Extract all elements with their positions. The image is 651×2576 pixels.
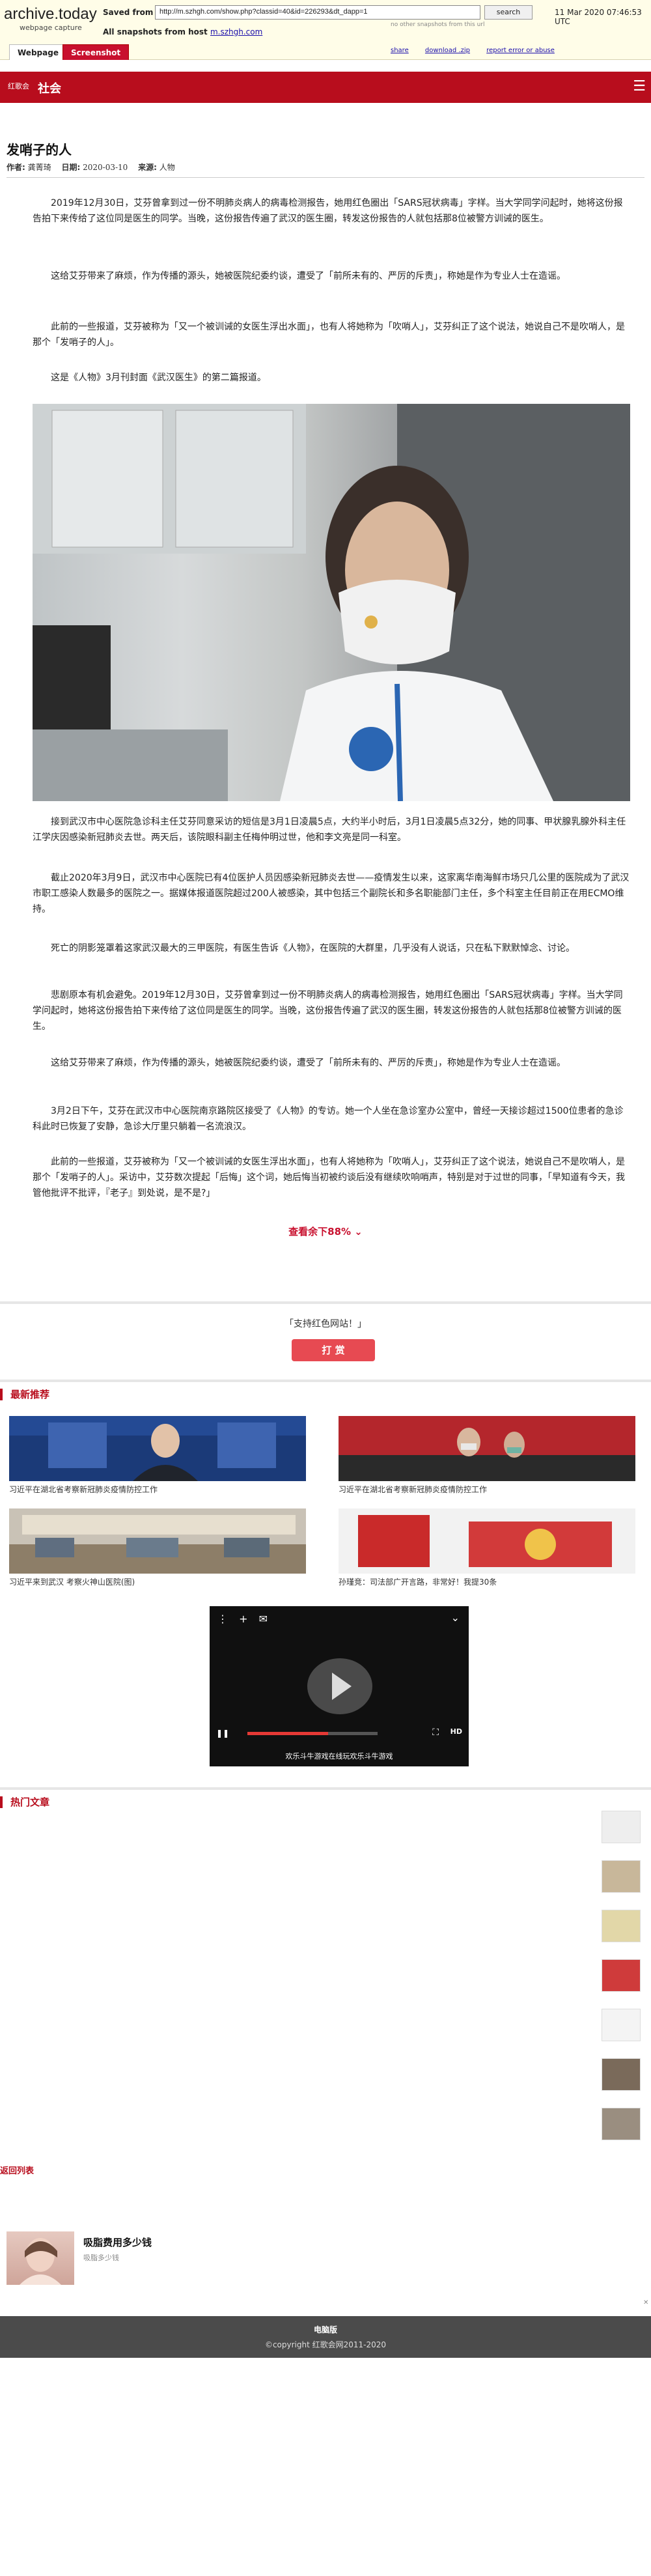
site-footer: 电脑版 ©copyright 红歌会网2011-2020 (0, 2316, 651, 2358)
play-button[interactable] (307, 1658, 372, 1714)
archive-logo-subtitle: webpage capture (20, 23, 82, 32)
article-paragraph: 这给艾芬带来了麻烦，作为传播的源头，她被医院纪委约谈，遭受了「前所未有的、严厉的… (51, 271, 566, 281)
article-paragraph: 这给艾芬带来了麻烦，作为传播的源头，她被医院纪委约谈，遭受了「前所未有的、严厉的… (51, 1058, 566, 1068)
recommend-thumb-3[interactable] (9, 1508, 306, 1574)
news-photo (9, 1416, 306, 1481)
all-snapshots-label[interactable]: All snapshots (103, 27, 162, 36)
video-toolbar-icons[interactable]: ⋮ + ✉ (217, 1613, 271, 1625)
hot-article-thumb[interactable] (602, 2108, 641, 2140)
close-icon[interactable]: ✕ (643, 2299, 648, 2306)
hamburger-icon[interactable]: ☰ (633, 78, 646, 94)
copyright-text: ©copyright 红歌会网2011-2020 (264, 2340, 387, 2349)
archive-actions: share download .zip report error or abus… (391, 47, 569, 54)
source-label: 来源: (138, 163, 157, 172)
article-paragraph: 接到武汉市中心医院急诊科主任艾芬同意采访的短信是3月1日凌晨5点，大约半小时后，… (33, 817, 626, 843)
news-photo (9, 1508, 306, 1574)
video-player[interactable]: ⋮ + ✉ ⌄ ❚❚ ⛶ HD 欢乐斗牛游戏在线玩欢乐斗牛游戏 (210, 1606, 469, 1766)
article-paragraph: 3月2日下午，艾芬在武汉市中心医院南京路院区接受了《人物》的专访。她一个人坐在急… (33, 1106, 624, 1132)
recommend-caption-3[interactable]: 习近平来到武汉 考察火神山医院(图) (9, 1576, 135, 1587)
ad-title[interactable]: 吸脂费用多少钱 (83, 2235, 152, 2249)
author-label: 作者: (7, 163, 25, 172)
read-more-button[interactable]: 查看余下88% ⌄ (0, 1224, 651, 1238)
hot-article-thumb[interactable] (602, 2058, 641, 2091)
section-title: 社会 (38, 82, 61, 96)
article-paragraph: 截止2020年3月9日，武汉市中心医院已有4位医护人员因感染新冠肺炎去世——疫情… (33, 873, 630, 914)
source-value: 人物 (159, 163, 175, 172)
site-header: 红歌会 社会 ☰ (0, 72, 651, 103)
ad-subtitle: 吸脂多少钱 (83, 2254, 119, 2262)
doctor-photo-illustration (33, 404, 630, 801)
host-link[interactable]: m.szhgh.com (210, 27, 262, 36)
download-zip-link[interactable]: download .zip (425, 47, 470, 54)
fullscreen-icon[interactable]: ⛶ (432, 1727, 439, 1738)
hot-article-thumb[interactable] (602, 1811, 641, 1843)
hd-badge[interactable]: HD (450, 1727, 462, 1736)
video-controls: ❚❚ ⛶ HD (216, 1726, 462, 1740)
section-divider (0, 1787, 651, 1790)
article-photo (33, 404, 630, 801)
saved-from-label: Saved from (103, 8, 154, 17)
archived-url-input[interactable]: http://m.szhgh.com/show.php?classid=40&i… (155, 5, 480, 20)
date-value: 2020-03-10 (83, 163, 128, 172)
article-title: 发哨子的人 (7, 142, 72, 158)
read-more-label: 查看余下88% (288, 1226, 352, 1238)
reward-button[interactable]: 打 赏 (292, 1339, 375, 1361)
hot-article-thumb[interactable] (602, 1860, 641, 1893)
recommend-caption-1[interactable]: 习近平在湖北省考察新冠肺炎疫情防控工作 (9, 1484, 158, 1495)
tab-screenshot[interactable]: Screenshot (62, 44, 130, 60)
hot-article-thumb[interactable] (602, 1959, 641, 1992)
snapshot-date: 11 Mar 2020 07:46:53 UTC (555, 8, 642, 26)
section-divider (0, 1301, 651, 1304)
from-host-label: from host (165, 27, 208, 36)
article-paragraph: 悲剧原本有机会避免。2019年12月30日，艾芬曾拿到过一份不明肺炎病人的病毒检… (33, 990, 623, 1032)
tab-webpage[interactable]: Webpage (9, 44, 67, 60)
article-paragraph: 2019年12月30日，艾芬曾拿到过一份不明肺炎病人的病毒检测报告，她用红色圈出… (33, 198, 623, 224)
article-paragraph: 死亡的阴影笼罩着这家武汉最大的三甲医院，有医生告诉《人物》，在医院的大群里，几乎… (51, 943, 575, 954)
report-error-link[interactable]: report error or abuse (486, 47, 555, 54)
search-button[interactable]: search (484, 5, 533, 20)
title-divider (7, 177, 644, 178)
recommend-thumb-4[interactable] (339, 1508, 635, 1574)
pause-icon[interactable]: ❚❚ (216, 1729, 229, 1738)
recommend-thumb-2[interactable] (339, 1416, 635, 1481)
share-link[interactable]: share (391, 47, 409, 54)
ad-photo (20, 2238, 61, 2285)
hot-article-thumb[interactable] (602, 2009, 641, 2041)
news-photo (339, 1508, 635, 1574)
support-text: 「支持红色网站！」 (284, 1319, 367, 1329)
recommend-thumb-1[interactable] (9, 1416, 306, 1481)
author-value: 龚菁琦 (27, 163, 51, 172)
video-progress-track[interactable] (247, 1732, 378, 1735)
chevron-down-icon[interactable]: ⌄ (451, 1611, 460, 1624)
section-divider (0, 1380, 651, 1382)
hot-heading: 热门文章 (0, 1796, 49, 1808)
pc-version-link[interactable]: 电脑版 (0, 2316, 651, 2335)
all-snapshots-line: All snapshots from host m.szhgh.com (103, 27, 262, 36)
date-label: 日期: (61, 163, 81, 172)
site-logo[interactable]: 红歌会 (8, 81, 29, 91)
article-paragraph: 此前的一些报道，艾芬被称为「又一个被训诫的女医生浮出水面」，也有人将她称为「吹哨… (33, 1157, 625, 1198)
article-paragraph: 这是《人物》3月刊封面《武汉医生》的第二篇报道。 (51, 373, 266, 383)
recommend-caption-4[interactable]: 孙瑾竞：司法部广开言路，非常好！我提30条 (339, 1576, 497, 1587)
video-progress-fill (247, 1732, 328, 1735)
ad-image[interactable] (7, 2231, 74, 2285)
article-meta: 作者: 龚菁琦 日期: 2020-03-10 来源: 人物 (7, 162, 183, 173)
article-paragraph: 此前的一些报道，艾芬被称为「又一个被训诫的女医生浮出水面」，也有人将她称为「吹哨… (33, 322, 625, 348)
recommend-heading: 最新推荐 (0, 1389, 49, 1400)
news-photo (339, 1416, 635, 1481)
hot-article-thumb[interactable] (602, 1910, 641, 1942)
recommend-caption-2[interactable]: 习近平在湖北省考察新冠肺炎疫情防控工作 (339, 1484, 487, 1495)
other-snapshots-note: no other snapshots from this url (391, 21, 485, 28)
chevron-down-icon: ⌄ (354, 1226, 363, 1238)
archive-logo[interactable]: archive.today (4, 5, 97, 23)
video-caption[interactable]: 欢乐斗牛游戏在线玩欢乐斗牛游戏 (210, 1751, 469, 1761)
back-to-list-link[interactable]: 返回列表 (0, 2164, 34, 2176)
archive-header: archive.today webpage capture Saved from… (0, 0, 651, 60)
